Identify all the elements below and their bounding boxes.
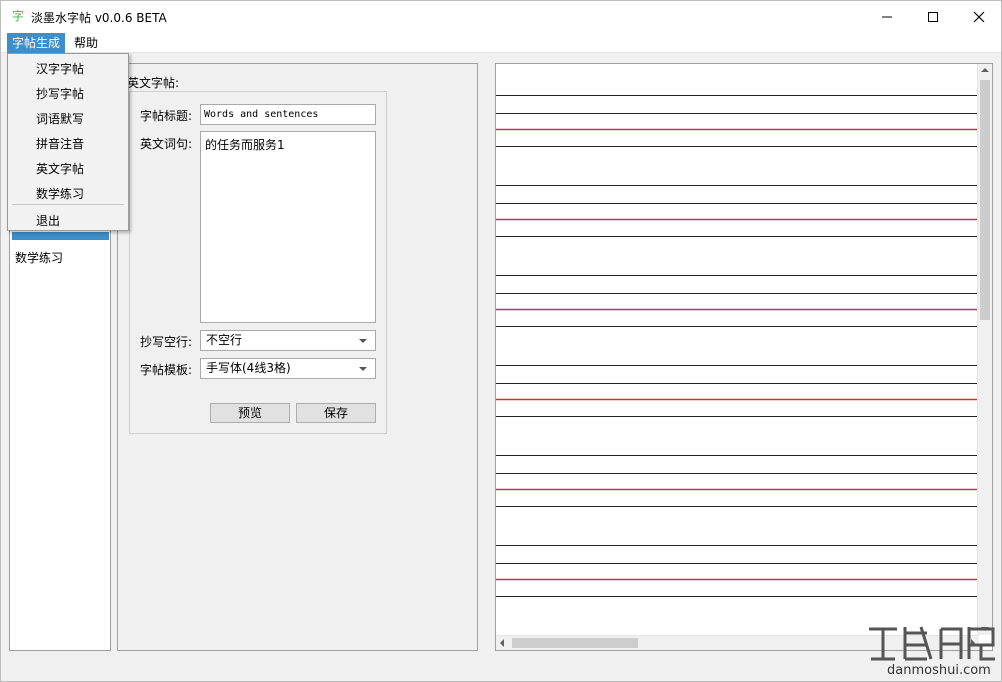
- menu-item-pinyin[interactable]: 拼音注音: [36, 135, 84, 152]
- vertical-scroll-thumb[interactable]: [980, 80, 990, 320]
- sidebar-selected-item[interactable]: [12, 232, 109, 240]
- maximize-icon: [928, 11, 938, 22]
- preview-button[interactable]: 预览: [210, 403, 290, 423]
- chevron-down-icon: [359, 339, 367, 343]
- app-icon: 字: [11, 9, 24, 23]
- watermark-site: danmoshui.com: [887, 663, 991, 678]
- blank-line-value: 不空行: [206, 333, 243, 347]
- menu-item-chinese-copybook[interactable]: 汉字字帖: [36, 60, 84, 77]
- template-label: 字帖模板:: [140, 363, 193, 377]
- minimize-icon: [882, 16, 892, 17]
- menu-help[interactable]: 帮助: [69, 33, 103, 53]
- vertical-scrollbar[interactable]: [977, 64, 992, 635]
- menu-item-dictation[interactable]: 词语默写: [36, 110, 84, 127]
- template-select[interactable]: 手写体(4线3格): [200, 358, 376, 379]
- words-textarea[interactable]: 的任务而服务1: [200, 131, 376, 323]
- blank-line-label: 抄写空行:: [140, 335, 193, 349]
- minimize-button[interactable]: [864, 1, 910, 32]
- site-watermark: danmoshui.com: [861, 619, 1001, 682]
- menu-item-math-practice[interactable]: 数学练习: [36, 185, 84, 202]
- copybook-dropdown-menu: 汉字字帖 抄写字帖 词语默写 拼音注音 英文字帖 数学练习 退出: [7, 53, 129, 231]
- scroll-left-icon[interactable]: [500, 639, 504, 647]
- scroll-up-icon[interactable]: [981, 68, 989, 72]
- title-bar: 字 淡墨水字帖 v0.0.6 BETA: [1, 1, 1001, 32]
- menu-bar: 字帖生成 帮助: [1, 32, 1001, 53]
- title-label: 字帖标题:: [140, 109, 193, 123]
- save-button[interactable]: 保存: [296, 403, 376, 423]
- watermark-logo-icon: [869, 626, 995, 661]
- horizontal-scroll-thumb[interactable]: [512, 638, 638, 648]
- copybook-lines: [496, 95, 979, 597]
- sidebar-item-math-practice[interactable]: 数学练习: [15, 249, 63, 266]
- maximize-button[interactable]: [910, 1, 956, 32]
- copybook-preview[interactable]: [495, 63, 993, 651]
- blank-line-select[interactable]: 不空行: [200, 330, 376, 351]
- template-value: 手写体(4线3格): [206, 361, 291, 375]
- menu-copybook-generate[interactable]: 字帖生成: [7, 33, 66, 53]
- close-icon: [973, 11, 985, 22]
- menu-item-exit[interactable]: 退出: [36, 212, 60, 229]
- chevron-down-icon: [359, 367, 367, 371]
- group-title: 英文字帖:: [127, 76, 180, 90]
- window-title: 淡墨水字帖 v0.0.6 BETA: [31, 11, 167, 25]
- app-window: 字 淡墨水字帖 v0.0.6 BETA 字帖生成 帮助 数学练习 英文字帖: 字…: [0, 0, 1002, 682]
- title-input[interactable]: Words and sentences: [200, 104, 376, 125]
- menu-separator: [12, 204, 124, 205]
- close-button[interactable]: [956, 1, 1002, 32]
- menu-item-english-copybook[interactable]: 英文字帖: [36, 160, 84, 177]
- words-label: 英文词句:: [140, 137, 193, 151]
- menu-item-transcribe-copybook[interactable]: 抄写字帖: [36, 85, 84, 102]
